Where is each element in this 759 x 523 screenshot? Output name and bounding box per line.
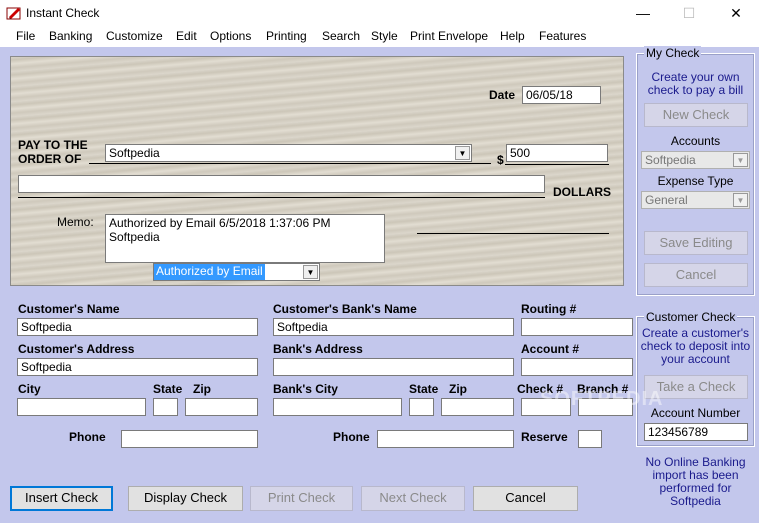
my-check-desc-2: check to pay a bill <box>647 83 744 97</box>
signature-type-combo[interactable]: Authorized by Email ▼ <box>153 263 320 281</box>
bank-name-label: Customer's Bank's Name <box>273 302 417 316</box>
memo-label: Memo: <box>57 215 94 229</box>
menu-edit[interactable]: Edit <box>176 29 197 43</box>
accounts-value: Softpedia <box>645 153 696 167</box>
my-check-cancel-button[interactable]: Cancel <box>644 263 748 287</box>
window-title: Instant Check <box>26 6 100 20</box>
payee-combo[interactable]: Softpedia ▼ <box>105 144 472 162</box>
account-field[interactable] <box>521 358 633 376</box>
account-label: Account # <box>521 342 580 356</box>
accounts-label: Accounts <box>670 134 721 148</box>
payee-underline <box>89 163 491 164</box>
bank-state-field[interactable] <box>409 398 434 416</box>
menu-help[interactable]: Help <box>500 29 525 43</box>
menu-banking[interactable]: Banking <box>49 29 92 43</box>
bank-zip-field[interactable] <box>441 398 514 416</box>
maximize-button[interactable]: ☐ <box>666 0 712 27</box>
customer-zip-label: Zip <box>193 382 211 396</box>
dollars-label: DOLLARS <box>553 185 611 199</box>
menu-search[interactable]: Search <box>322 29 360 43</box>
customer-phone-field[interactable] <box>121 430 258 448</box>
customer-city-label: City <box>18 382 41 396</box>
customer-name-field[interactable]: Softpedia <box>17 318 258 336</box>
chevron-down-icon[interactable]: ▼ <box>733 193 748 207</box>
reserve-field[interactable] <box>578 430 602 448</box>
next-check-button[interactable]: Next Check <box>361 486 465 511</box>
customer-address-field[interactable]: Softpedia <box>17 358 258 376</box>
minimize-button[interactable]: — <box>620 0 666 27</box>
app-check-icon <box>6 7 21 20</box>
customer-state-label: State <box>153 382 183 396</box>
routing-label: Routing # <box>521 302 577 316</box>
chevron-down-icon[interactable]: ▼ <box>455 146 470 160</box>
customer-address-label: Customer's Address <box>18 342 135 356</box>
date-field[interactable]: 06/05/18 <box>522 86 601 104</box>
bank-city-field[interactable] <box>273 398 402 416</box>
dollar-sign: $ <box>497 153 504 167</box>
expense-type-value: General <box>645 193 688 207</box>
memo-field[interactable]: Authorized by Email 6/5/2018 1:37:06 PM … <box>105 214 385 263</box>
title-bar: Instant Check — ☐ ✕ <box>0 0 759 27</box>
display-check-button[interactable]: Display Check <box>128 486 243 511</box>
customer-check-legend: Customer Check <box>644 310 738 324</box>
menu-file[interactable]: File <box>16 29 35 43</box>
menu-print-envelope[interactable]: Print Envelope <box>410 29 488 43</box>
bank-phone-label: Phone <box>333 430 370 444</box>
routing-field[interactable] <box>521 318 633 336</box>
menu-customize[interactable]: Customize <box>106 29 163 43</box>
close-button[interactable]: ✕ <box>713 0 759 27</box>
amount-words-field[interactable] <box>18 175 545 193</box>
reserve-label: Reserve <box>521 430 568 444</box>
my-check-legend: My Check <box>644 46 702 60</box>
chevron-down-icon[interactable]: ▼ <box>303 265 318 279</box>
bank-zip-label: Zip <box>449 382 467 396</box>
date-label: Date <box>489 88 516 102</box>
save-editing-button[interactable]: Save Editing <box>644 231 748 255</box>
expense-type-label: Expense Type <box>657 174 734 188</box>
accounts-combo[interactable]: Softpedia ▼ <box>641 151 750 169</box>
customer-state-field[interactable] <box>153 398 178 416</box>
new-check-button[interactable]: New Check <box>644 103 748 127</box>
chevron-down-icon[interactable]: ▼ <box>733 153 748 167</box>
watermark-text: SOFTPEDIA <box>540 388 664 410</box>
cancel-button[interactable]: Cancel <box>473 486 578 511</box>
amount-underline <box>505 164 609 165</box>
amount-field[interactable]: 500 <box>506 144 608 162</box>
customer-zip-field[interactable] <box>185 398 258 416</box>
print-check-button[interactable]: Print Check <box>250 486 353 511</box>
pay-to-label-1: PAY TO THE <box>18 138 88 152</box>
expense-type-combo[interactable]: General ▼ <box>641 191 750 209</box>
online-banking-status-4: Softpedia <box>670 494 721 508</box>
payee-value: Softpedia <box>109 146 160 160</box>
customer-name-label: Customer's Name <box>18 302 120 316</box>
memo-line-2: Softpedia <box>109 230 160 244</box>
bank-phone-field[interactable] <box>377 430 514 448</box>
menu-options[interactable]: Options <box>210 29 251 43</box>
signature-line <box>417 233 609 234</box>
signature-type-value: Authorized by Email <box>154 264 265 280</box>
menu-bar: File Banking Customize Edit Options Prin… <box>0 27 759 47</box>
bank-city-label: Bank's City <box>273 382 338 396</box>
bank-address-field[interactable] <box>273 358 514 376</box>
amount-words-underline <box>18 197 545 198</box>
pay-to-label-2: ORDER OF <box>18 152 82 166</box>
customer-city-field[interactable] <box>17 398 146 416</box>
account-number-field[interactable]: 123456789 <box>644 423 748 441</box>
menu-style[interactable]: Style <box>371 29 398 43</box>
customer-phone-label: Phone <box>69 430 106 444</box>
menu-printing[interactable]: Printing <box>266 29 307 43</box>
insert-check-button[interactable]: Insert Check <box>10 486 113 511</box>
memo-line-1: Authorized by Email 6/5/2018 1:37:06 PM <box>109 216 331 230</box>
bank-address-label: Bank's Address <box>273 342 363 356</box>
bank-name-field[interactable]: Softpedia <box>273 318 514 336</box>
customer-check-desc-3: your account <box>661 352 730 366</box>
bank-state-label: State <box>409 382 439 396</box>
menu-features[interactable]: Features <box>539 29 586 43</box>
